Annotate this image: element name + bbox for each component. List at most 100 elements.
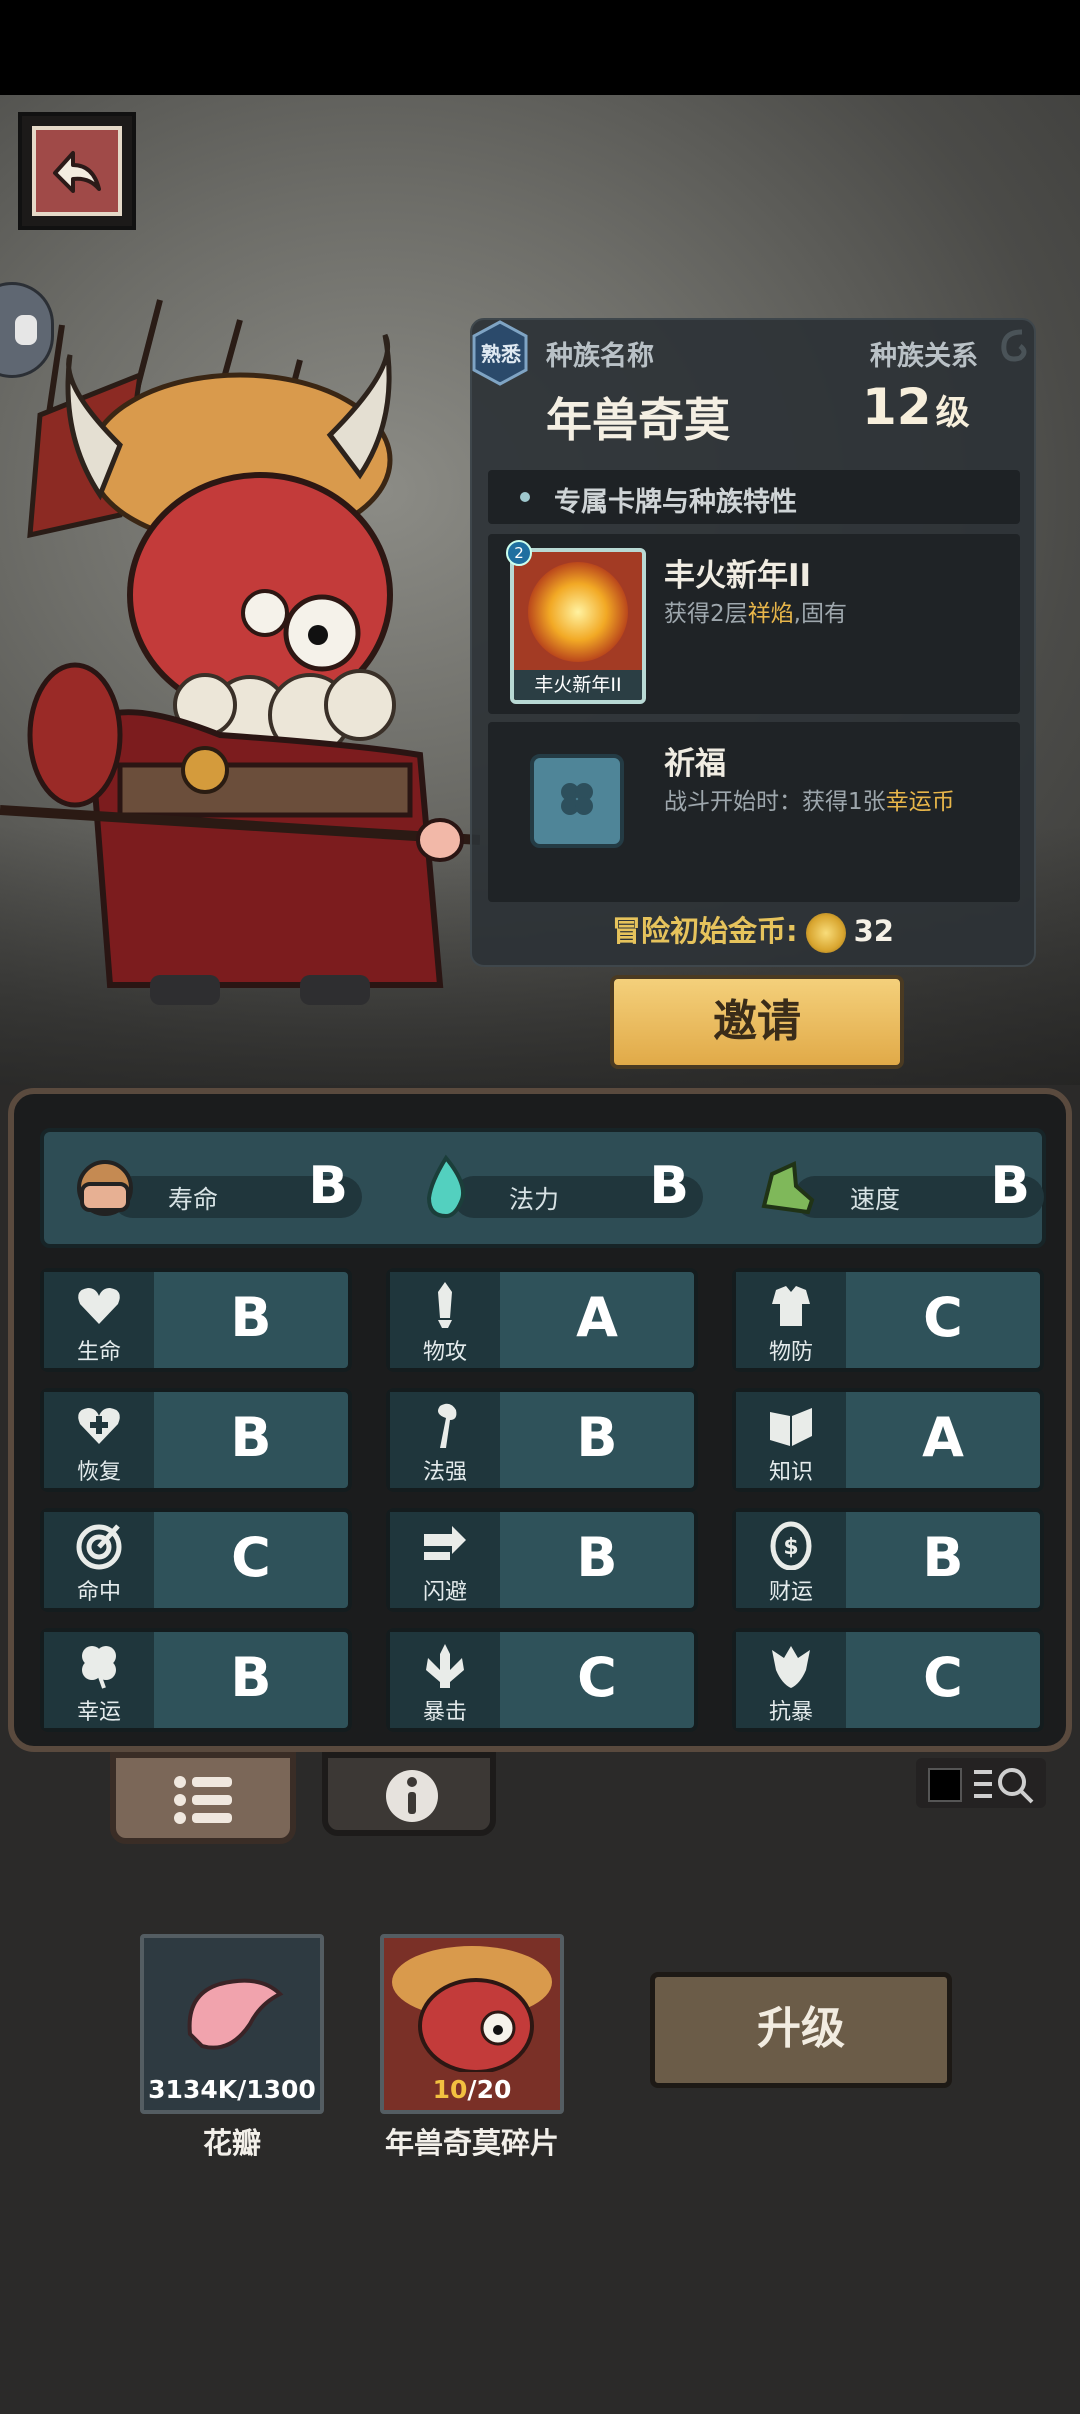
starting-gold-value: 32 — [853, 914, 894, 948]
helmet-icon — [77, 1160, 133, 1216]
material-name: 年兽奇莫碎片 — [384, 2126, 559, 2160]
stat-cell-atk[interactable]: 物攻 A — [386, 1268, 698, 1372]
stat-grade: C — [231, 1526, 271, 1589]
primary-stat-grade: B — [308, 1156, 348, 1216]
stat-grade: B — [230, 1286, 272, 1349]
primary-stat-grade: B — [990, 1156, 1030, 1216]
stat-name: 抗暴 — [768, 1700, 813, 1725]
shield-flower-icon — [772, 1646, 810, 1688]
primary-stat-mana[interactable]: 法力 B — [409, 1150, 709, 1230]
stat-grade: B — [576, 1406, 618, 1469]
boot-icon — [761, 1161, 815, 1215]
clover-relic-icon[interactable] — [530, 754, 624, 848]
stat-cell-fortune[interactable]: $ 财运 B — [732, 1508, 1044, 1612]
section-title: 专属卡牌与种族特性 — [554, 487, 797, 518]
primary-stats-bar: 寿命 B 法力 B 速度 B — [40, 1128, 1046, 1248]
list-icon — [174, 1776, 232, 1824]
stat-icon-box: 知识 — [736, 1392, 846, 1488]
stat-icon-box: 抗暴 — [736, 1632, 846, 1728]
material-shard[interactable]: 10/20 — [380, 1934, 564, 2114]
invite-button[interactable]: 邀请 — [610, 975, 904, 1069]
upgrade-button[interactable]: 升级 — [650, 1972, 952, 2088]
tab-stats-list[interactable] — [110, 1752, 296, 1844]
stat-icon-box: 闪避 — [390, 1512, 500, 1608]
quantity-need: 1300 — [246, 2075, 316, 2104]
stat-name: 恢复 — [76, 1460, 121, 1485]
primary-stat-name: 法力 — [509, 1185, 560, 1214]
stat-grade: B — [922, 1526, 964, 1589]
race-info-panel: 熟悉 种族名称 种族关系 年兽奇莫 12 级 专属卡牌与种族特性 丰火新年II 2… — [470, 318, 1036, 967]
quantity-have: 3134K — [148, 2075, 238, 2104]
book-icon — [770, 1408, 812, 1446]
stat-grade: B — [230, 1406, 272, 1469]
side-drawer-handle — [15, 315, 37, 345]
stat-icon-box: 幸运 — [44, 1632, 154, 1728]
stat-grade: A — [576, 1286, 618, 1349]
trait-title: 祈福 — [664, 746, 726, 782]
quantity-have: 10 — [432, 2075, 468, 2104]
search-list-icon — [974, 1768, 1034, 1804]
stat-icon-box: 恢复 — [44, 1392, 154, 1488]
armor-icon — [772, 1286, 810, 1326]
stat-icon-box: 暴击 — [390, 1632, 500, 1728]
tab-info[interactable] — [322, 1752, 496, 1836]
material-name: 花瓣 — [202, 2126, 261, 2160]
target-icon — [76, 1524, 122, 1570]
race-relation-label: 种族关系 — [870, 341, 978, 372]
filter-search-button[interactable] — [916, 1758, 1046, 1808]
material-quantity: 3134K/1300 — [144, 2075, 320, 2104]
stat-cell-def[interactable]: 物防 C — [732, 1268, 1044, 1372]
stat-cell-knowledge[interactable]: 知识 A — [732, 1388, 1044, 1492]
quantity-separator: / — [467, 2075, 477, 2104]
coin-icon: $ — [770, 1521, 812, 1570]
stat-grade: C — [923, 1646, 963, 1709]
back-button-face — [32, 126, 122, 216]
stat-icon-box: $ 财运 — [736, 1512, 846, 1608]
petal-icon — [187, 1978, 284, 2050]
exclusive-card-row[interactable]: 丰火新年II 2 丰火新年II 获得2层祥焰,固有 — [488, 534, 1020, 714]
stat-cell-luck[interactable]: 幸运 B — [40, 1628, 352, 1732]
stat-name: 物攻 — [422, 1340, 467, 1365]
heart-plus-icon — [78, 1408, 120, 1444]
stat-cell-crit-resist[interactable]: 抗暴 C — [732, 1628, 1044, 1732]
stat-cell-crit[interactable]: 暴击 C — [386, 1628, 698, 1732]
race-level: 12 级 — [862, 378, 970, 436]
stat-grade: C — [577, 1646, 617, 1709]
stat-icon-box: 法强 — [390, 1392, 500, 1488]
primary-stat-lifespan[interactable]: 寿命 B — [68, 1150, 368, 1230]
stat-cell-magic[interactable]: 法强 B — [386, 1388, 698, 1492]
fire-swirl-icon — [528, 562, 628, 662]
stat-cell-hp[interactable]: 生命 B — [40, 1268, 352, 1372]
stat-name: 生命 — [76, 1340, 121, 1365]
stat-name: 幸运 — [76, 1700, 121, 1725]
stat-cell-regen[interactable]: 恢复 B — [40, 1388, 352, 1492]
stat-name: 法强 — [422, 1460, 467, 1485]
beast-portrait-icon — [392, 1946, 552, 2072]
primary-stat-grade: B — [649, 1156, 689, 1216]
card-art[interactable]: 丰火新年II — [510, 548, 646, 704]
stat-cell-accuracy[interactable]: 命中 C — [40, 1508, 352, 1612]
swirl-ornament-icon — [1001, 329, 1027, 362]
familiarity-badge-text: 熟悉 — [481, 342, 521, 366]
race-trait-row[interactable]: 祈福 战斗开始时：获得1张幸运币 — [488, 722, 1020, 902]
card-level-badge: 2 — [506, 540, 532, 566]
primary-stat-speed[interactable]: 速度 B — [750, 1150, 1050, 1230]
stat-name: 命中 — [76, 1580, 121, 1605]
card-desc-prefix: 获得2层 — [664, 601, 748, 627]
material-petal[interactable]: 3134K/1300 — [140, 1934, 324, 2114]
stat-cell-dodge[interactable]: 闪避 B — [386, 1508, 698, 1612]
trait-desc: 战斗开始时：获得1张幸运币 — [664, 782, 955, 816]
stat-grade: C — [923, 1286, 963, 1349]
card-desc-suffix: ,固有 — [793, 601, 847, 627]
starting-gold-label: 冒险初始金币: — [612, 914, 798, 948]
race-level-unit: 级 — [935, 393, 970, 433]
primary-stat-name: 寿命 — [168, 1185, 219, 1214]
trait-desc-prefix: 战斗开始时：获得1张 — [664, 789, 886, 815]
race-name-label: 种族名称 — [546, 341, 654, 372]
back-button[interactable] — [18, 112, 136, 230]
dodge-arrow-icon — [424, 1526, 466, 1560]
trait-desc-keyword: 幸运币 — [885, 789, 955, 815]
stat-name: 暴击 — [422, 1700, 467, 1725]
card-title: 丰火新年II — [664, 558, 812, 594]
stat-icon-box: 物攻 — [390, 1272, 500, 1368]
